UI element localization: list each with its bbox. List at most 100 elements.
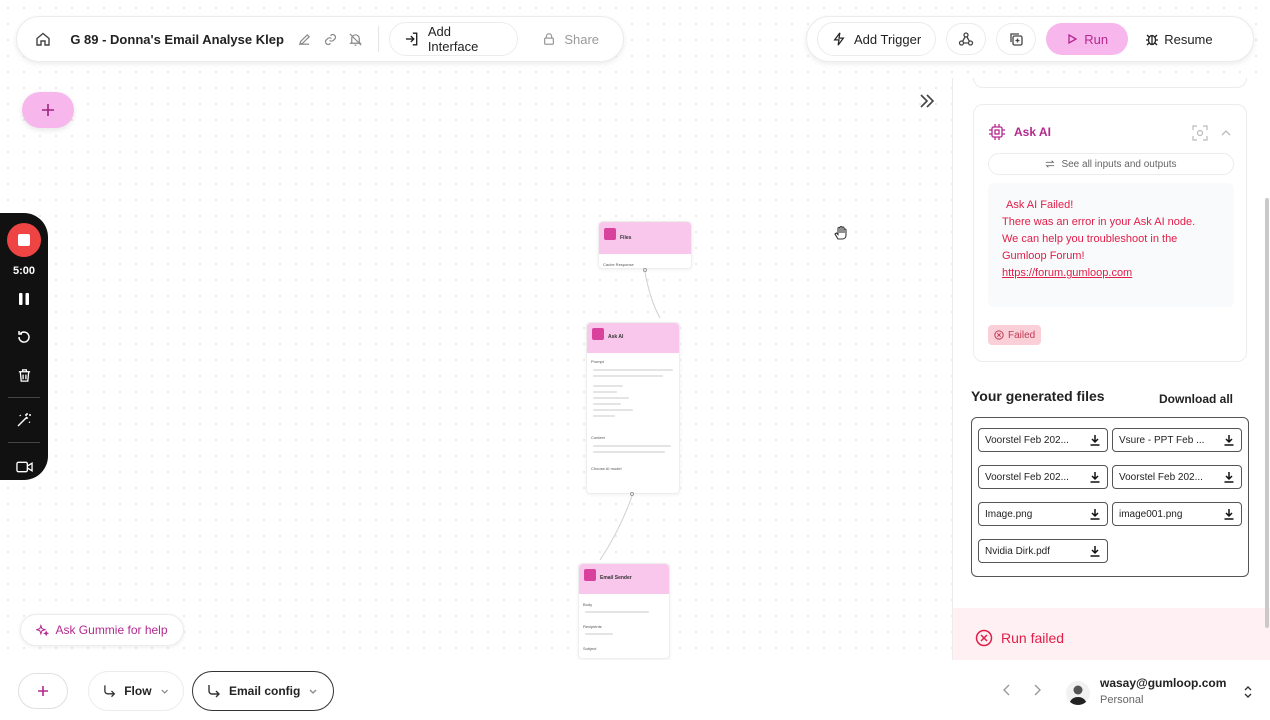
file-name: Voorstel Feb 202... <box>985 471 1069 483</box>
download-icon[interactable] <box>1089 434 1101 446</box>
chevron-up-icon[interactable] <box>1220 125 1232 141</box>
error-line: There was an error in your Ask AI node. <box>1002 216 1196 228</box>
placeholder-line <box>593 415 615 417</box>
chevron-down-icon <box>161 689 168 694</box>
file-chip[interactable]: Voorstel Feb 202... <box>1112 465 1242 489</box>
swap-icon <box>1046 160 1055 168</box>
file-chip[interactable]: Vsure - PPT Feb ... <box>1112 428 1242 452</box>
file-name: Vsure - PPT Feb ... <box>1119 434 1205 446</box>
error-line: Ask AI Failed! <box>1006 199 1074 211</box>
files-node-icon <box>604 228 616 240</box>
corner-down-right-icon <box>208 685 220 698</box>
file-name: Voorstel Feb 202... <box>985 434 1069 446</box>
file-chip[interactable]: Voorstel Feb 202... <box>978 428 1108 452</box>
ask-ai-node-icon <box>592 328 604 340</box>
status-badge: Failed <box>988 325 1042 345</box>
x-circle-icon <box>994 330 1004 340</box>
tab-flow-label: Flow <box>124 684 152 698</box>
chevrons-up-down-icon <box>1244 686 1252 698</box>
connector-line <box>599 495 633 561</box>
node-field: Prompt <box>591 359 604 364</box>
generated-files-title: Your generated files <box>971 388 1105 404</box>
file-chip[interactable]: Nvidia Dirk.pdf <box>978 539 1108 563</box>
error-line: Gumloop Forum! <box>1002 250 1085 262</box>
download-icon[interactable] <box>1089 508 1101 520</box>
download-all-button[interactable]: Download all <box>1159 392 1233 406</box>
node-title: Ask AI <box>608 334 624 340</box>
placeholder-line <box>593 397 629 399</box>
failed-label: Failed <box>1008 329 1036 341</box>
node-field: Subject <box>583 646 597 651</box>
placeholder-line <box>593 451 665 453</box>
node-field: Cache Response <box>603 262 634 267</box>
chevron-left-icon <box>1003 684 1010 696</box>
focus-icon[interactable] <box>1192 125 1208 141</box>
chevron-right-icon <box>1034 684 1041 696</box>
x-circle-icon <box>975 629 993 647</box>
placeholder-line <box>593 409 633 411</box>
placeholder-line <box>593 375 663 377</box>
account-menu-button[interactable] <box>1240 684 1256 700</box>
node-field: Choose AI model <box>591 466 622 471</box>
panel-scrollbar[interactable] <box>1265 198 1269 628</box>
run-status-banner: Run failed <box>953 608 1270 660</box>
add-tab-button[interactable] <box>18 673 68 709</box>
placeholder-line <box>593 391 617 393</box>
node-field: Body <box>583 602 593 607</box>
forum-link[interactable]: https://forum.gumloop.com <box>1002 265 1220 282</box>
error-message-box: Ask AI Failed! There was an error in you… <box>988 183 1234 307</box>
cpu-icon <box>989 124 1005 140</box>
placeholder-line <box>593 385 623 387</box>
next-button[interactable] <box>1029 682 1045 698</box>
download-icon[interactable] <box>1223 508 1235 520</box>
plus-icon <box>38 686 48 696</box>
connection-handle[interactable] <box>630 492 634 496</box>
file-name: Voorstel Feb 202... <box>1119 471 1203 483</box>
files-node[interactable]: Files Cache Response <box>598 221 692 269</box>
avatar[interactable] <box>1066 681 1090 705</box>
file-chip[interactable]: Voorstel Feb 202... <box>978 465 1108 489</box>
error-line: We can help you troubleshoot in the <box>1002 233 1178 245</box>
ask-gummie-button[interactable]: Ask Gummie for help <box>20 614 184 646</box>
node-title: Email Sender <box>600 575 632 581</box>
run-failed-label: Run failed <box>1001 630 1065 646</box>
placeholder-line <box>585 633 613 635</box>
connector-line <box>644 271 661 319</box>
node-field: Recipients <box>583 624 602 629</box>
file-chip[interactable]: Image.png <box>978 502 1108 526</box>
user-email: wasay@gumloop.com <box>1100 676 1227 690</box>
tab-email-config-label: Email config <box>229 684 301 698</box>
email-sender-node[interactable]: Email Sender Body Recipients Subject <box>578 563 670 659</box>
tab-flow[interactable]: Flow <box>88 671 184 711</box>
user-plan: Personal <box>1100 694 1144 706</box>
tab-email-config[interactable]: Email config <box>192 671 334 711</box>
file-name: image001.png <box>1119 508 1183 520</box>
download-icon[interactable] <box>1089 471 1101 483</box>
ask-ai-node[interactable]: Ask AI Prompt Context Choose AI model <box>586 322 680 494</box>
ask-ai-result-card: Ask AI See all inputs and outputs Ask AI… <box>973 104 1247 362</box>
see-all-label: See all inputs and outputs <box>1061 158 1177 170</box>
download-icon[interactable] <box>1223 471 1235 483</box>
node-field: Context <box>591 435 605 440</box>
download-icon[interactable] <box>1089 545 1101 557</box>
user-avatar-icon <box>1069 685 1087 705</box>
chevron-down-icon <box>309 689 317 694</box>
ask-gummie-label: Ask Gummie for help <box>55 623 168 637</box>
card-actions <box>1192 125 1232 141</box>
sparkles-icon <box>36 623 50 636</box>
corner-down-right-icon <box>104 685 116 698</box>
connection-handle[interactable] <box>643 268 647 272</box>
placeholder-line <box>593 403 621 405</box>
file-name: Nvidia Dirk.pdf <box>985 545 1051 557</box>
node-title: Files <box>620 235 632 241</box>
previous-button[interactable] <box>999 682 1015 698</box>
email-node-icon <box>584 569 596 581</box>
previous-node-card <box>973 78 1247 88</box>
download-icon[interactable] <box>1223 434 1235 446</box>
generated-files-list: Voorstel Feb 202... Vsure - PPT Feb ... … <box>971 417 1249 577</box>
placeholder-line <box>593 445 671 447</box>
placeholder-line <box>585 611 649 613</box>
bottom-bar: Flow Email config wasay@gumloop.com Pers… <box>0 660 1270 720</box>
see-all-inputs-button[interactable]: See all inputs and outputs <box>988 153 1234 175</box>
file-chip[interactable]: image001.png <box>1112 502 1242 526</box>
